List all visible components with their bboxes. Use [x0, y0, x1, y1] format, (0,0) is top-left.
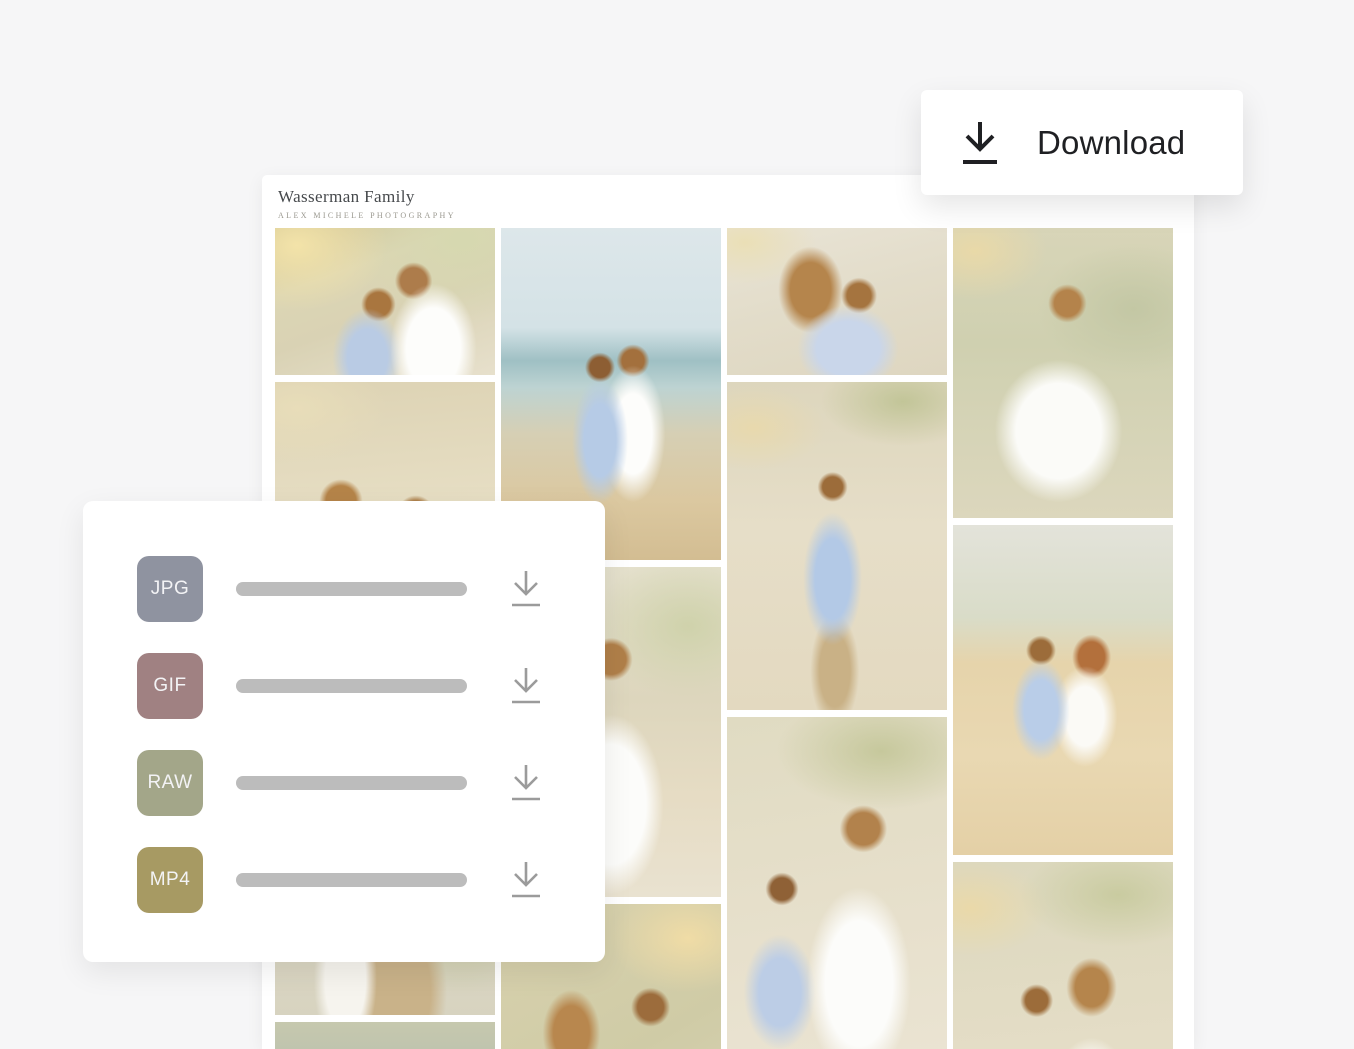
photo-thumbnail[interactable] [727, 717, 947, 1049]
format-badge-raw: RAW [137, 750, 203, 816]
photo-thumbnail[interactable] [275, 1022, 495, 1049]
download-progress-bar [236, 776, 467, 790]
download-format-panel: JPG GIF RAW MP4 [83, 501, 605, 962]
photo-thumbnail[interactable] [275, 228, 495, 375]
format-row-raw: RAW [137, 750, 605, 816]
format-badge-jpg: JPG [137, 556, 203, 622]
download-icon[interactable] [508, 859, 544, 901]
download-button-label: Download [1037, 124, 1185, 162]
screenshot-canvas: Wasserman Family ALEX MICHELE PHOTOGRAPH… [0, 0, 1354, 1049]
download-icon[interactable] [508, 665, 544, 707]
download-progress-bar [236, 873, 467, 887]
format-row-mp4: MP4 [137, 847, 605, 913]
download-arrow-icon [959, 118, 1001, 168]
photo-column-3 [727, 228, 947, 1049]
download-icon[interactable] [508, 568, 544, 610]
photo-thumbnail[interactable] [727, 228, 947, 375]
photo-thumbnail[interactable] [953, 862, 1173, 1049]
download-progress-bar [236, 582, 467, 596]
gallery-subtitle: ALEX MICHELE PHOTOGRAPHY [278, 211, 456, 220]
photo-column-4 [953, 228, 1173, 1049]
gallery-title: Wasserman Family [278, 187, 456, 207]
format-badge-gif: GIF [137, 653, 203, 719]
photo-thumbnail[interactable] [953, 228, 1173, 518]
download-progress-bar [236, 679, 467, 693]
photo-thumbnail[interactable] [727, 382, 947, 710]
format-row-jpg: JPG [137, 556, 605, 622]
download-button[interactable]: Download [921, 90, 1243, 195]
format-badge-mp4: MP4 [137, 847, 203, 913]
download-icon[interactable] [508, 762, 544, 804]
photo-thumbnail[interactable] [953, 525, 1173, 855]
gallery-header: Wasserman Family ALEX MICHELE PHOTOGRAPH… [278, 187, 456, 220]
format-row-gif: GIF [137, 653, 605, 719]
